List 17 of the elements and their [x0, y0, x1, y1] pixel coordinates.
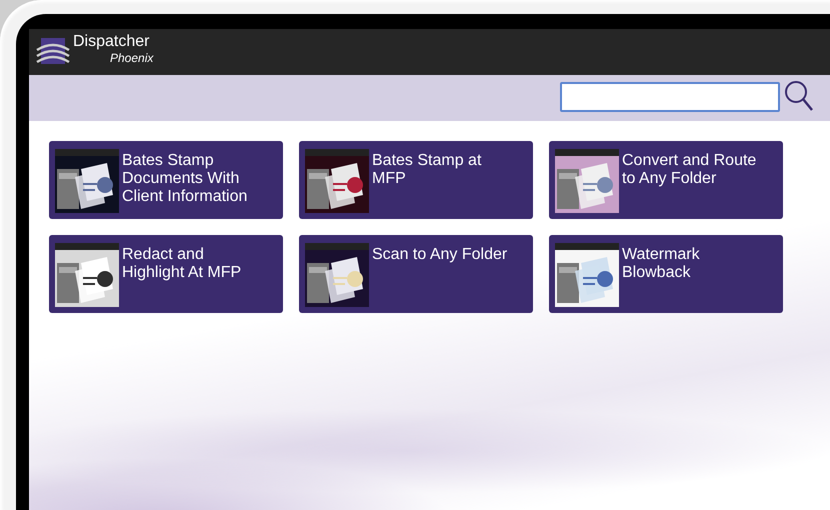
app-subtitle: Phoenix: [110, 51, 154, 65]
search-field[interactable]: [560, 82, 780, 112]
tile-title: Convert and Route to Any Folder: [622, 152, 758, 188]
app-title: Dispatcher: [73, 33, 150, 51]
tile-title: Bates Stamp Documents With Client Information: [122, 152, 248, 206]
workflow-tile[interactable]: Bates Stamp at MFP: [299, 141, 533, 219]
workflow-tile[interactable]: Bates Stamp Documents With Client Information: [49, 141, 283, 219]
tile-title: Watermark Blowback: [622, 246, 701, 282]
logo-icon: [35, 36, 71, 66]
workflow-tile[interactable]: Scan to Any Folder: [299, 235, 533, 313]
workflow-tile[interactable]: Watermark Blowback: [549, 235, 783, 313]
tile-title: Bates Stamp at MFP: [372, 152, 482, 188]
workflow-tile[interactable]: Redact and Highlight At MFP: [49, 235, 283, 313]
tile-title: Scan to Any Folder: [372, 246, 508, 264]
workflow-tile[interactable]: Convert and Route to Any Folder: [549, 141, 783, 219]
search-icon[interactable]: [784, 80, 814, 112]
tile-title: Redact and Highlight At MFP: [122, 246, 242, 282]
